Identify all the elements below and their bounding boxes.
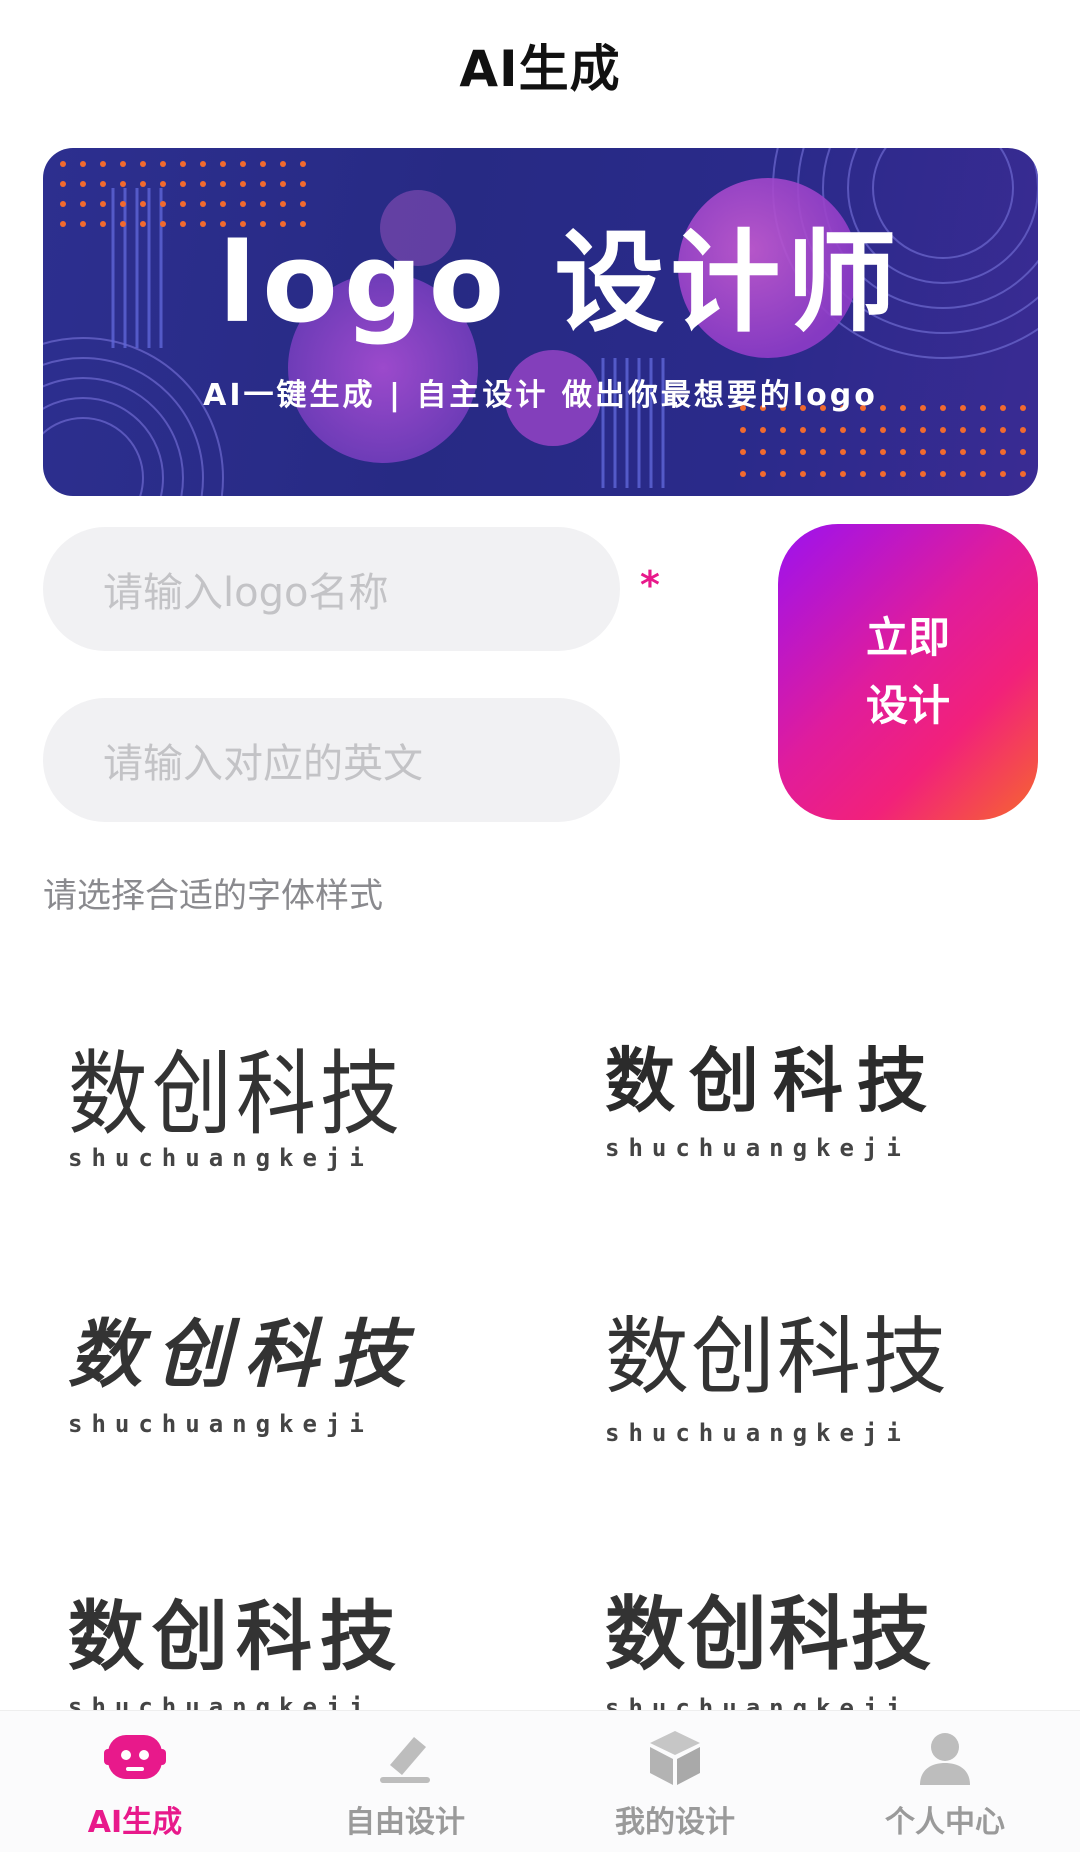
banner-subtitle: AI一键生成 | 自主设计 做出你最想要的logo bbox=[203, 378, 878, 413]
font-option-1[interactable]: 数创科技 shuchuangkeji bbox=[68, 1020, 528, 1220]
design-button-line1: 立即 bbox=[865, 614, 950, 661]
promo-banner[interactable]: logo 设计师 AI一键生成 | 自主设计 做出你最想要的logo bbox=[43, 148, 1038, 496]
required-mark: * bbox=[640, 563, 660, 607]
tab-ai-generate[interactable]: AI生成 bbox=[0, 1711, 270, 1852]
font-sample-pinyin: shuchuangkeji bbox=[605, 1419, 910, 1447]
tab-label: AI生成 bbox=[87, 1805, 183, 1840]
top-bar: AI生成 bbox=[0, 0, 1080, 130]
banner-title: logo 设计师 bbox=[218, 219, 903, 347]
design-button-line2: 设计 bbox=[865, 682, 950, 729]
page-title: AI生成 bbox=[459, 40, 621, 98]
font-sample-pinyin: shuchuangkeji bbox=[605, 1134, 910, 1162]
tab-free-design[interactable]: 自由设计 bbox=[270, 1711, 540, 1852]
user-icon bbox=[912, 1725, 978, 1791]
english-name-placeholder: 请输入对应的英文 bbox=[103, 741, 423, 787]
font-sample-chinese: 数创科技 bbox=[68, 1040, 404, 1148]
font-sample-chinese: 数创科技 bbox=[68, 1315, 420, 1397]
tab-label: 个人中心 bbox=[885, 1805, 1005, 1840]
pen-icon bbox=[372, 1725, 438, 1791]
font-sample-pinyin: shuchuangkeji bbox=[68, 1410, 373, 1438]
tab-profile[interactable]: 个人中心 bbox=[810, 1711, 1080, 1852]
robot-icon bbox=[102, 1725, 168, 1791]
tab-label: 自由设计 bbox=[345, 1805, 465, 1840]
font-sample-chinese: 数创科技 bbox=[605, 1312, 950, 1405]
box-icon bbox=[642, 1725, 708, 1791]
tab-label: 我的设计 bbox=[615, 1805, 735, 1840]
bottom-tab-bar: AI生成 自由设计 我的设计 个人中心 bbox=[0, 1710, 1080, 1852]
font-sample-chinese: 数创科技 bbox=[605, 1039, 941, 1122]
font-sample-chinese: 数创科技 bbox=[605, 1587, 933, 1681]
english-name-input[interactable]: 请输入对应的英文 bbox=[43, 698, 620, 822]
logo-name-input[interactable]: 请输入logo名称 bbox=[43, 527, 620, 651]
font-sample-chinese: 数创科技 bbox=[68, 1592, 404, 1681]
logo-name-placeholder: 请输入logo名称 bbox=[103, 570, 389, 616]
font-option-2[interactable]: 数创科技 shuchuangkeji bbox=[605, 1025, 1065, 1225]
design-now-button[interactable]: 立即 设计 bbox=[778, 524, 1038, 820]
font-option-4[interactable]: 数创科技 shuchuangkeji bbox=[605, 1290, 1065, 1490]
font-option-3[interactable]: 数创科技 shuchuangkeji bbox=[68, 1295, 528, 1495]
tab-my-designs[interactable]: 我的设计 bbox=[540, 1711, 810, 1852]
font-style-hint: 请选择合适的字体样式 bbox=[43, 876, 383, 916]
